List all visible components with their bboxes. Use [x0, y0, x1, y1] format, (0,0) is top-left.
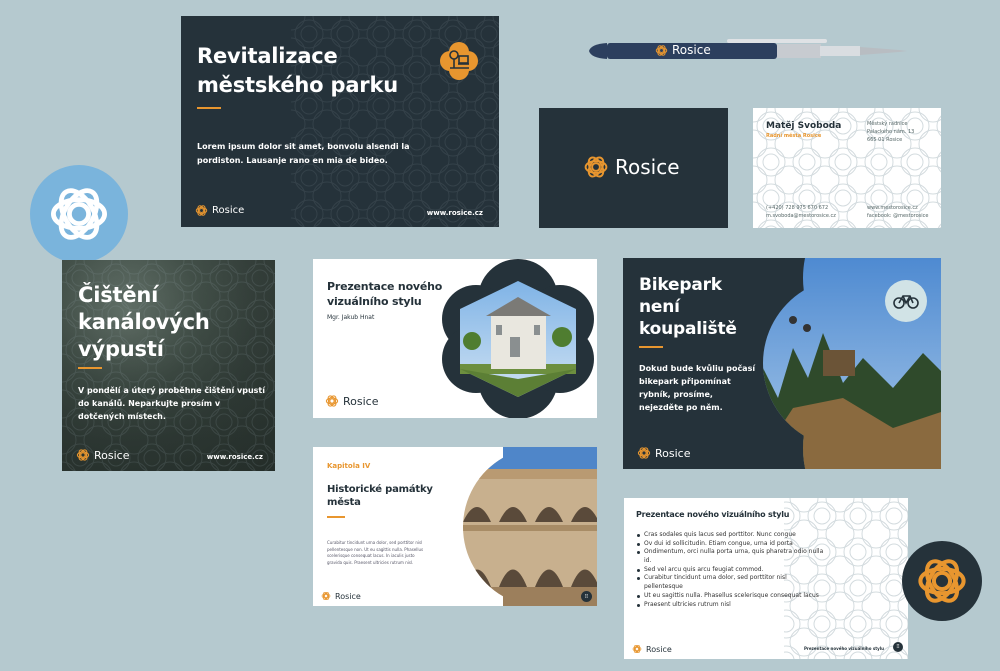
- address: Městský radnice Palackého nám. 13 665 01…: [867, 120, 914, 144]
- grid-icon: ⠿: [581, 591, 592, 602]
- park-title: Revitalizace městského parku: [197, 44, 398, 97]
- address-line: Palackého nám. 13: [867, 129, 915, 135]
- accent-line: [327, 516, 345, 518]
- presentation-author: Mgr. Jakub Hnat: [327, 314, 375, 321]
- person-name: Matěj Svoboda: [766, 121, 842, 131]
- web-contact: www.mestorosice.cz facebook: @mestorosic…: [867, 204, 929, 220]
- address-line: 665 01 Rosice: [867, 137, 903, 143]
- business-card: Matěj Svoboda Radní města Rosice Městský…: [753, 108, 941, 228]
- grid-icon: ⠿: [893, 642, 903, 652]
- blue-badge: [30, 165, 128, 263]
- presentation-logo: Rosice: [325, 394, 378, 408]
- arcade-photo: [463, 447, 597, 606]
- rosice-logo-icon: [47, 182, 111, 246]
- facebook: facebook: @mestorosice: [867, 213, 929, 219]
- chapter-label: Kapitola IV: [327, 462, 371, 470]
- accent-line: [639, 346, 663, 348]
- bike-badge: [885, 280, 927, 322]
- logo-text: Rosice: [655, 446, 691, 460]
- slide-card: Prezentace nového vizuálního stylu Cras …: [624, 498, 908, 659]
- list-item: Praesent ultricies rutrum nisl: [636, 601, 826, 610]
- slide-logo: Rosice: [632, 644, 672, 654]
- channel-url: www.rosice.cz: [206, 453, 263, 461]
- rosice-logo-icon: [325, 394, 339, 408]
- history-card: Kapitola IV Historické památky města Cur…: [313, 447, 597, 606]
- park-body: Lorem ipsum dolor sit amet, bonvolu alse…: [197, 142, 410, 165]
- pen: Rosice: [587, 38, 909, 64]
- park-tree-bench-icon: [440, 42, 478, 80]
- pen-body: [589, 39, 907, 59]
- logo-text: Rosice: [94, 448, 130, 462]
- logo-text: Rosice: [212, 205, 245, 216]
- rosice-logo-icon: [915, 554, 969, 608]
- logo-card-logo: Rosice: [583, 154, 680, 180]
- rosice-logo-icon: [76, 448, 90, 462]
- phone: (+420) 728 975 670 672: [766, 205, 829, 211]
- list-item: Curabitur tincidunt urna dolor, sed port…: [636, 574, 826, 591]
- rosice-logo-icon: [655, 44, 668, 57]
- logo-text: Rosice: [672, 43, 711, 57]
- rose-photo-frame: [442, 259, 594, 418]
- bicycle-icon: [893, 295, 919, 309]
- channel-title: Čištění kanálových výpustí: [78, 283, 210, 361]
- bikepark-body: Dokud bude kvůliu počasí bikepark připom…: [639, 364, 756, 412]
- address-line: Městský radnice: [867, 121, 908, 127]
- channel-card: Čištění kanálových výpustí V pondělí a ú…: [62, 260, 275, 471]
- rosice-logo-icon: [195, 204, 208, 217]
- rosice-logo-icon: [321, 591, 331, 601]
- rosice-logo-icon: [632, 644, 642, 654]
- logo-text: Rosice: [646, 644, 672, 654]
- pen-logo: Rosice: [655, 43, 711, 57]
- list-item: Ov dui id sollicitudin. Etiam congue, ur…: [636, 540, 826, 549]
- list-item: Cras sodales quis lacus sed porttitor. N…: [636, 531, 826, 540]
- bikepark-title: Bikepark není koupaliště: [639, 275, 737, 339]
- web: www.mestorosice.cz: [867, 205, 918, 211]
- channel-logo: Rosice: [76, 448, 129, 462]
- bikepark-card: Bikepark není koupaliště Dokud bude kvůl…: [623, 258, 941, 469]
- history-body: Curabitur tincidunt urna dolor, sed port…: [327, 540, 424, 565]
- rosice-logo-icon: [637, 446, 651, 460]
- presentation-card: Prezentace nového vizuálního stylu Mgr. …: [313, 259, 597, 418]
- slide-footer: Prezentace nového vizuálního stylu: [803, 646, 884, 651]
- park-url: www.rosice.cz: [426, 209, 483, 217]
- list-item: Sed vel arcu quis arcu feugiat commod.: [636, 566, 826, 575]
- logo-card: Rosice: [539, 108, 728, 228]
- rosice-logo-icon: [583, 154, 609, 180]
- park-card: Revitalizace městského parku Lorem ipsum…: [181, 16, 499, 227]
- park-badge: [438, 40, 480, 82]
- accent-line: [78, 367, 102, 369]
- slide-title: Prezentace nového vizuálního stylu: [636, 510, 790, 519]
- history-logo: Rosice: [321, 591, 361, 601]
- bikepark-logo: Rosice: [637, 446, 690, 460]
- logo-text: Rosice: [615, 155, 680, 179]
- list-item: Ondimentum, orci nulla porta urna, quis …: [636, 548, 826, 565]
- accent-line: [197, 107, 221, 109]
- logo-text: Rosice: [343, 394, 379, 408]
- park-logo: Rosice: [195, 204, 244, 217]
- channel-body: V pondělí a úterý proběhne čištění vpust…: [78, 386, 265, 421]
- logo-text: Rosice: [335, 591, 361, 601]
- slide-bullets: Cras sodales quis lacus sed porttitor. N…: [636, 531, 826, 609]
- email: m.svoboda@mestorosice.cz: [766, 213, 836, 219]
- dark-badge: [902, 541, 982, 621]
- list-item: Ut eu sagittis nulla. Phasellus sceleris…: [636, 592, 826, 601]
- person-role: Radní města Rosice: [766, 133, 822, 139]
- history-title: Historické památky města: [327, 484, 433, 508]
- contact: (+420) 728 975 670 672 m.svoboda@mestoro…: [766, 204, 836, 220]
